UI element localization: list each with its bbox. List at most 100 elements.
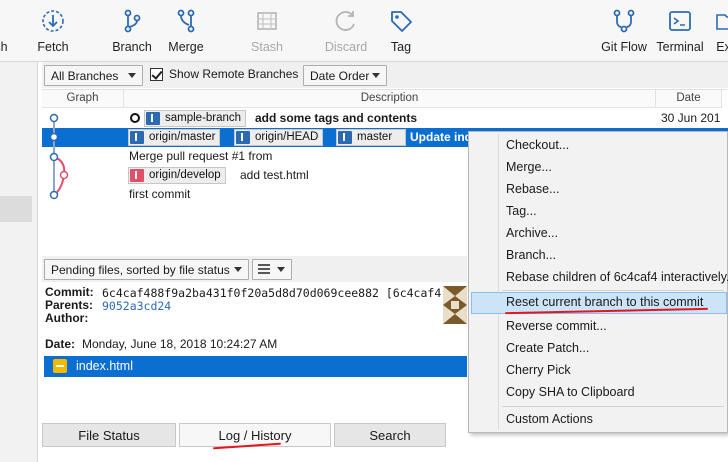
order-value: Date Order xyxy=(310,69,370,83)
git-flow-button[interactable]: Git Flow xyxy=(600,8,648,60)
commit-message: add test.html xyxy=(240,168,309,182)
graph-node xyxy=(59,170,69,180)
push-button[interactable]: sh xyxy=(0,8,16,60)
git-flow-icon xyxy=(613,9,635,33)
push-icon xyxy=(0,8,14,34)
parent-hash-link[interactable]: 9052a3cd24 xyxy=(102,299,171,313)
sidebar xyxy=(0,62,38,462)
explorer-label: Exp xyxy=(716,40,728,54)
head-marker-icon xyxy=(130,113,140,123)
order-dropdown[interactable]: Date Order xyxy=(303,65,387,86)
branch-tag-icon xyxy=(338,131,352,144)
commit-graph xyxy=(49,113,69,200)
tag-button[interactable]: Tag xyxy=(388,8,414,60)
explorer-icon xyxy=(716,14,728,30)
filter-bar: All Branches Show Remote Branches Date O… xyxy=(42,62,728,88)
explorer-button[interactable]: Exp xyxy=(712,8,728,60)
file-name: index.html xyxy=(76,359,133,373)
terminal-button[interactable]: Terminal xyxy=(654,8,706,60)
menu-item-merge[interactable]: Merge... xyxy=(471,157,727,179)
merge-button[interactable]: Merge xyxy=(166,8,206,60)
branch-tag-icon xyxy=(236,131,250,144)
tab-file-status[interactable]: File Status xyxy=(42,423,176,447)
stash-label: Stash xyxy=(251,40,283,54)
stash-icon xyxy=(257,12,277,30)
tag-icon xyxy=(391,11,412,32)
branches-filter-value: All Branches xyxy=(51,69,119,83)
pending-sort-value: Pending files, sorted by file status xyxy=(51,263,230,277)
date-value: Monday, June 18, 2018 10:24:27 AM xyxy=(82,337,278,351)
branch-tag: origin/HEAD xyxy=(234,129,324,146)
tag-label: Tag xyxy=(390,40,412,54)
branch-tag: master xyxy=(336,129,406,146)
author-label: Author: xyxy=(45,311,89,325)
branch-button[interactable]: Branch xyxy=(112,8,152,60)
git-flow-label: Git Flow xyxy=(601,40,647,54)
menu-separator xyxy=(502,290,724,291)
branch-label: Branch xyxy=(112,40,152,54)
avatar xyxy=(443,286,467,324)
menu-item-rebase[interactable]: Rebase... xyxy=(471,179,727,201)
terminal-label: Terminal xyxy=(656,40,704,54)
commit-hash-label: Commit: xyxy=(45,285,94,299)
toolbar: sh Fetch Branch Merge Stash xyxy=(0,0,728,62)
graph-node xyxy=(49,113,59,123)
menu-item-tag[interactable]: Tag... xyxy=(471,201,727,223)
commit-hash-value: 6c4caf488f9a2ba431f0f20a5d8d70d069cee882… xyxy=(102,286,449,300)
toolbar-top-edge xyxy=(0,0,728,6)
branch-tag: sample-branch xyxy=(144,110,247,127)
commit-message: Merge pull request #1 from xyxy=(129,149,273,163)
view-mode-dropdown[interactable] xyxy=(252,259,292,280)
branch-icon xyxy=(124,9,141,33)
sidebar-selected-item[interactable] xyxy=(0,196,32,222)
menu-item-custom-actions[interactable]: Custom Actions xyxy=(471,409,727,431)
push-label: sh xyxy=(0,40,8,54)
commit-details: Commit: 6c4caf488f9a2ba431f0f20a5d8d70d0… xyxy=(42,283,467,355)
branch-tag: origin/develop xyxy=(128,167,226,184)
modified-file-icon xyxy=(53,359,67,373)
branch-tag: origin/master xyxy=(128,129,221,146)
chevron-down-icon xyxy=(277,267,285,272)
graph-node xyxy=(49,152,59,162)
pending-files-bar: Pending files, sorted by file status xyxy=(42,256,467,282)
menu-item-checkout[interactable]: Checkout... xyxy=(471,135,727,157)
discard-button[interactable]: Discard xyxy=(325,8,367,60)
branch-tag-icon xyxy=(130,169,144,182)
menu-item-create-patch[interactable]: Create Patch... xyxy=(471,338,727,360)
chevron-down-icon xyxy=(128,73,136,78)
discard-icon xyxy=(335,11,355,31)
commit-message: add some tags and contents xyxy=(255,111,418,125)
parents-label: Parents: xyxy=(45,298,94,312)
list-view-icon xyxy=(258,264,270,274)
menu-item-cherry-pick[interactable]: Cherry Pick xyxy=(471,360,727,382)
column-header-date[interactable]: Date xyxy=(656,90,722,108)
show-remote-label: Show Remote Branches xyxy=(169,67,299,81)
stash-button[interactable]: Stash xyxy=(250,8,284,60)
column-header-description[interactable]: Description xyxy=(124,90,656,108)
commit-row[interactable]: sample-branch add some tags and contents… xyxy=(42,109,728,128)
pending-sort-dropdown[interactable]: Pending files, sorted by file status xyxy=(44,259,249,280)
commit-message: first commit xyxy=(129,187,191,201)
menu-item-copy-sha[interactable]: Copy SHA to Clipboard xyxy=(471,382,727,404)
merge-icon xyxy=(177,9,195,33)
menu-item-branch[interactable]: Branch... xyxy=(471,245,727,267)
branch-tag-icon xyxy=(130,131,144,144)
chevron-down-icon xyxy=(372,73,380,78)
commit-date: 30 Jun 201 xyxy=(661,111,721,125)
merge-label: Merge xyxy=(168,40,204,54)
menu-item-reverse-commit[interactable]: Reverse commit... xyxy=(471,316,727,338)
terminal-icon xyxy=(669,11,691,31)
file-list-item[interactable]: index.html xyxy=(44,356,467,377)
menu-item-archive[interactable]: Archive... xyxy=(471,223,727,245)
graph-node xyxy=(49,190,59,200)
graph-node xyxy=(49,132,59,142)
context-menu: Checkout... Merge... Rebase... Tag... Ar… xyxy=(468,131,728,433)
column-header-graph[interactable]: Graph xyxy=(42,90,124,108)
fetch-button[interactable]: Fetch xyxy=(36,8,70,60)
menu-item-rebase-children[interactable]: Rebase children of 6c4caf4 interactively… xyxy=(471,267,728,289)
show-remote-checkbox[interactable] xyxy=(150,68,163,81)
fetch-icon xyxy=(42,10,64,32)
branches-filter-dropdown[interactable]: All Branches xyxy=(44,65,143,86)
branch-tag-icon xyxy=(146,112,160,125)
tab-search[interactable]: Search xyxy=(334,423,446,447)
